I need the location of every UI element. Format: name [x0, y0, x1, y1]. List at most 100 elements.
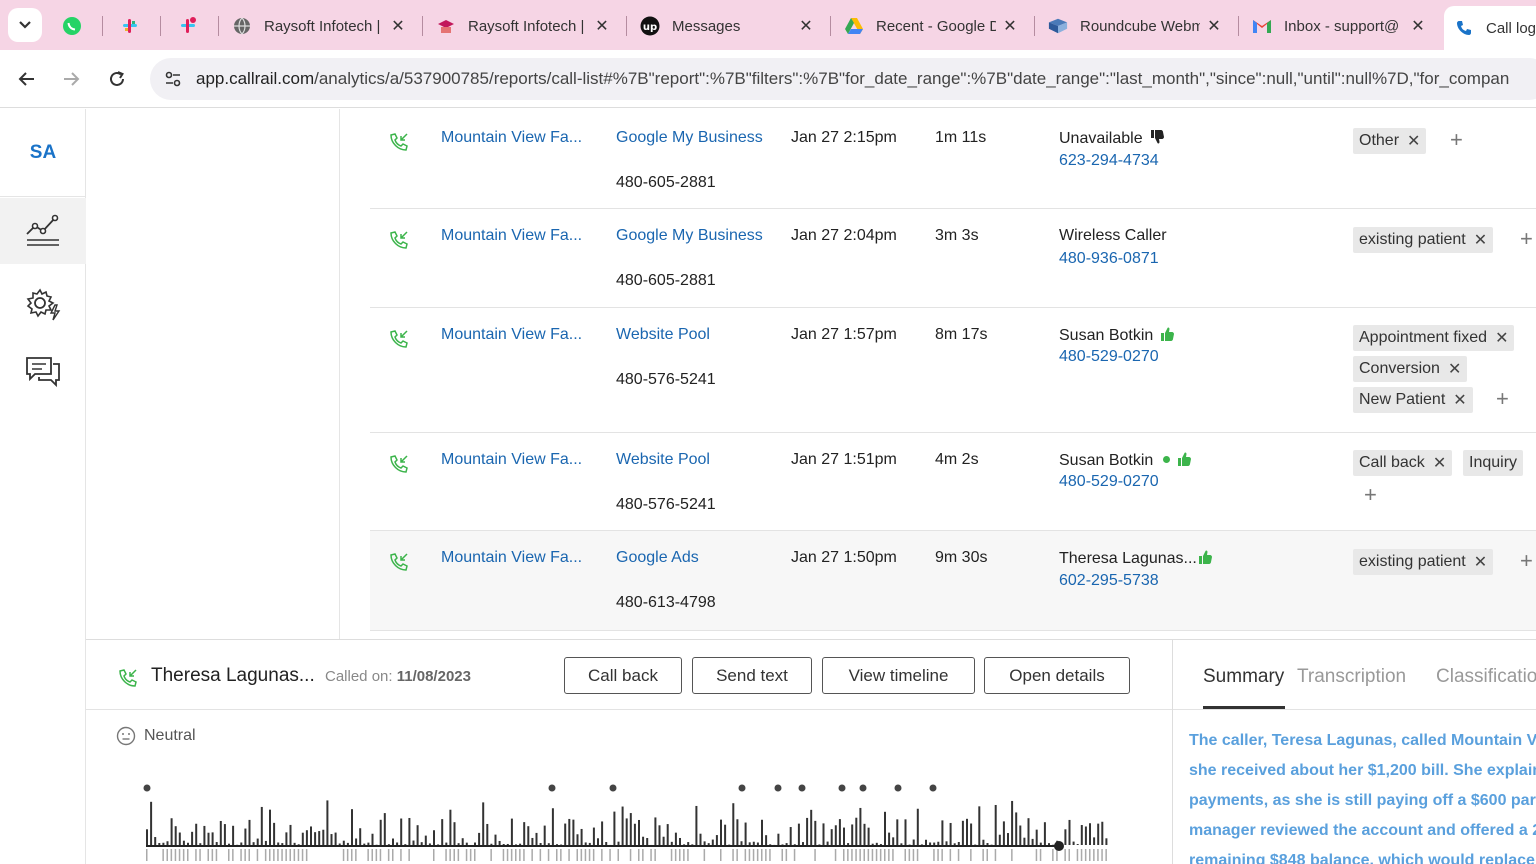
tab-messages[interactable]: up Messages ✕	[630, 8, 826, 44]
table-row[interactable]: Mountain View Fa... Website Pool 480-576…	[370, 308, 1536, 433]
remove-tag-icon[interactable]: ✕	[1495, 328, 1508, 348]
caller-number[interactable]: 480-936-0871	[1059, 250, 1159, 268]
account-switcher[interactable]: SA	[0, 109, 86, 197]
summary-line: remaining $848 balance, which would repl…	[1189, 852, 1536, 864]
remove-tag-icon[interactable]: ✕	[1407, 131, 1420, 151]
close-icon[interactable]: ✕	[390, 16, 406, 36]
tab-gmail[interactable]: Inbox - support@ ✕	[1242, 8, 1438, 44]
reload-button[interactable]	[102, 64, 132, 94]
remove-tag-icon[interactable]: ✕	[1453, 390, 1466, 410]
add-tag-button[interactable]: +	[1520, 548, 1533, 574]
waveform-bar	[346, 842, 349, 845]
source-link[interactable]: Website Pool	[616, 451, 710, 469]
tab-roundcube[interactable]: Roundcube Webm ✕	[1038, 8, 1234, 44]
add-tag-button[interactable]: +	[1496, 386, 1509, 412]
waveform-bar	[994, 849, 997, 861]
remove-tag-icon[interactable]: ✕	[1433, 453, 1446, 473]
source-link[interactable]: Website Pool	[616, 326, 710, 344]
table-row-selected[interactable]: Mountain View Fa... Google Ads 480-613-4…	[370, 531, 1536, 631]
close-icon[interactable]: ✕	[1410, 16, 1426, 36]
waveform-bar	[601, 849, 603, 861]
caller-number[interactable]: 623-294-4734	[1059, 152, 1159, 170]
thumbs-up-icon[interactable]	[1159, 326, 1175, 347]
company-link[interactable]: Mountain View Fa...	[441, 129, 582, 147]
tab-call-log[interactable]: Call log	[1444, 6, 1536, 50]
thumbs-up-icon[interactable]	[1197, 549, 1213, 570]
forward-button[interactable]	[56, 64, 86, 94]
add-tag-button[interactable]: +	[1450, 127, 1463, 153]
waveform-bar	[474, 849, 476, 861]
close-icon[interactable]: ✕	[1206, 16, 1222, 36]
table-row[interactable]: Mountain View Fa... Google My Business 4…	[370, 209, 1536, 308]
close-icon[interactable]: ✕	[798, 16, 814, 36]
tab-raysoft-1[interactable]: Raysoft Infotech | ✕	[222, 8, 418, 44]
waveform-bar	[769, 844, 772, 845]
audio-waveform[interactable]	[141, 780, 1171, 864]
add-tag-button[interactable]: +	[1520, 226, 1533, 252]
source-link[interactable]: Google Ads	[616, 549, 699, 567]
open-details-button[interactable]: Open details	[984, 657, 1130, 694]
waveform-bar	[1093, 837, 1096, 845]
close-icon[interactable]: ✕	[594, 16, 610, 36]
waveform-bar	[752, 841, 755, 845]
waveform-bar	[605, 842, 608, 845]
back-button[interactable]	[12, 64, 42, 94]
remove-tag-icon[interactable]: ✕	[1474, 552, 1487, 572]
caller-number[interactable]: 602-295-5738	[1059, 572, 1159, 590]
waveform-bar	[408, 817, 411, 845]
remove-tag-icon[interactable]: ✕	[1474, 230, 1487, 250]
waveform-bar	[301, 832, 304, 845]
waveform-bar	[506, 843, 509, 845]
waveform-bar	[515, 849, 517, 861]
playhead-handle[interactable]	[1054, 841, 1064, 851]
url-field[interactable]: app.callrail.com/analytics/a/537900785/r…	[150, 58, 1536, 100]
tab-transcription[interactable]: Transcription	[1297, 666, 1406, 688]
table-row[interactable]: Mountain View Fa... Website Pool 480-576…	[370, 433, 1536, 531]
waveform-bar	[531, 849, 533, 861]
tab-classification[interactable]: Classification	[1436, 666, 1536, 688]
waveform-bar	[961, 820, 964, 845]
site-settings-icon[interactable]	[160, 66, 186, 92]
add-tag-button[interactable]: +	[1364, 482, 1377, 508]
summary-line: payments, as she is still paying off a $…	[1189, 792, 1536, 809]
tab-google-drive[interactable]: Recent - Google D ✕	[834, 8, 1030, 44]
view-timeline-button[interactable]: View timeline	[822, 657, 975, 694]
sidebar-item-settings[interactable]	[0, 271, 86, 337]
table-row[interactable]: Mountain View Fa... Google My Business 4…	[370, 109, 1536, 209]
thumbs-up-icon[interactable]	[1176, 451, 1192, 472]
waveform-bar	[269, 809, 271, 845]
caller-number[interactable]: 480-529-0270	[1059, 473, 1159, 491]
source-link[interactable]: Google My Business	[616, 129, 763, 147]
tab-search-button[interactable]	[8, 8, 42, 42]
close-icon[interactable]: ✕	[1002, 16, 1018, 36]
waveform-bar	[834, 849, 837, 861]
company-link[interactable]: Mountain View Fa...	[441, 451, 582, 469]
company-link[interactable]: Mountain View Fa...	[441, 326, 582, 344]
waveform-bar	[1076, 844, 1079, 845]
waveform-bar	[305, 830, 308, 845]
waveform-bar	[720, 849, 722, 861]
waveform-bar	[584, 842, 587, 845]
tab-separator	[1238, 16, 1239, 36]
waveform-bar	[879, 844, 882, 845]
thumbs-down-icon[interactable]	[1149, 129, 1165, 150]
caller-number[interactable]: 480-529-0270	[1059, 348, 1159, 366]
tab-raysoft-2[interactable]: Raysoft Infotech | ✕	[426, 8, 622, 44]
remove-tag-icon[interactable]: ✕	[1448, 359, 1461, 379]
tag-chip: existing patient ✕	[1353, 549, 1494, 575]
send-text-button[interactable]: Send text	[692, 657, 812, 694]
sidebar-item-analytics[interactable]	[0, 198, 86, 264]
sidebar-item-conversations[interactable]	[0, 339, 86, 405]
waveform-bar	[174, 826, 177, 845]
company-link[interactable]: Mountain View Fa...	[441, 549, 582, 567]
waveform-bar	[912, 839, 915, 845]
tab-slack-1[interactable]	[110, 8, 154, 44]
call-back-button[interactable]: Call back	[564, 657, 682, 694]
source-link[interactable]: Google My Business	[616, 227, 763, 245]
tab-summary[interactable]: Summary	[1203, 666, 1284, 688]
tab-slack-2[interactable]	[168, 8, 212, 44]
tag-label: Call back	[1359, 454, 1425, 471]
company-link[interactable]: Mountain View Fa...	[441, 227, 582, 245]
tab-whatsapp[interactable]	[52, 8, 96, 44]
tag-label: Appointment fixed	[1359, 329, 1488, 346]
